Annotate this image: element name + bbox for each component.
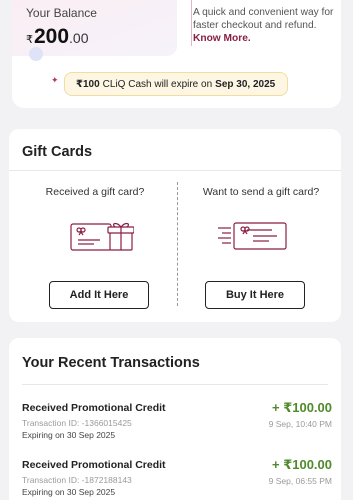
- transaction-time: 9 Sep, 06:55 PM: [268, 476, 332, 486]
- recent-transactions-title: Your Recent Transactions: [22, 355, 200, 371]
- cliq-cash-page: Your Balance ₹200.00 A quick and conveni…: [0, 0, 353, 500]
- transaction-time: 9 Sep, 10:40 PM: [268, 419, 332, 429]
- add-gift-card-button[interactable]: Add It Here: [49, 281, 149, 309]
- transaction-id: Transaction ID: -1366015425: [22, 418, 132, 428]
- send-gift-card-question: Want to send a gift card?: [202, 186, 320, 198]
- balance-amount: ₹200.00: [26, 25, 89, 49]
- balance-divider: [191, 0, 192, 46]
- dashed-divider: [177, 182, 178, 306]
- transaction-expiry: Expiring on 30 Sep 2025: [22, 430, 116, 440]
- expiry-date: Sep 30, 2025: [215, 78, 276, 90]
- decorative-circle: [29, 47, 43, 61]
- gift-card-with-box-icon: [70, 220, 135, 257]
- recent-transactions-section: Your Recent Transactions Received Promot…: [9, 338, 341, 500]
- transaction-expiry: Expiring on 30 Sep 2025: [22, 487, 116, 497]
- send-gift-card-panel: Want to send a gift card? Buy It Here: [181, 186, 341, 309]
- divider: [9, 170, 341, 171]
- balance-amount-decimal: .00: [69, 30, 89, 46]
- gift-cards-title: Gift Cards: [22, 144, 93, 160]
- balance-info: A quick and convenient way for faster ch…: [193, 6, 338, 45]
- transaction-id: Transaction ID: -1872188143: [22, 475, 132, 485]
- transaction-name: Received Promotional Credit: [22, 459, 166, 471]
- transaction-amount: + ₹100.00: [271, 400, 332, 415]
- transaction-row[interactable]: Received Promotional Credit Transaction …: [22, 457, 332, 500]
- transaction-row[interactable]: Received Promotional Credit Transaction …: [22, 400, 332, 446]
- balance-amount-integer: 200: [34, 25, 70, 48]
- gift-cards-section: Gift Cards Received a gift card? Add It …: [9, 129, 341, 322]
- expiry-currency: ₹: [76, 78, 83, 90]
- received-gift-card-question: Received a gift card?: [45, 186, 145, 198]
- received-gift-card-panel: Received a gift card? Add It Here: [15, 186, 175, 309]
- divider: [22, 384, 328, 385]
- currency-symbol: ₹: [26, 34, 33, 46]
- balance-info-text: A quick and convenient way for faster ch…: [193, 7, 334, 31]
- cash-expiry-notice: ₹100 CLiQ Cash will expire on Sep 30, 2025: [64, 72, 288, 96]
- send-gift-card-icon: [217, 220, 289, 257]
- transaction-name: Received Promotional Credit: [22, 402, 166, 414]
- balance-card: Your Balance ₹200.00 A quick and conveni…: [12, 0, 341, 108]
- sparkle-icon: ✦: [51, 75, 59, 85]
- balance-panel: Your Balance ₹200.00: [12, 0, 177, 61]
- expiry-text: CLiQ Cash will expire on: [102, 78, 213, 90]
- transaction-amount: + ₹100.00: [271, 457, 332, 472]
- balance-label: Your Balance: [26, 6, 97, 20]
- buy-gift-card-button[interactable]: Buy It Here: [205, 281, 305, 309]
- know-more-link[interactable]: Know More.: [193, 33, 251, 44]
- expiry-amount: 100: [82, 78, 100, 90]
